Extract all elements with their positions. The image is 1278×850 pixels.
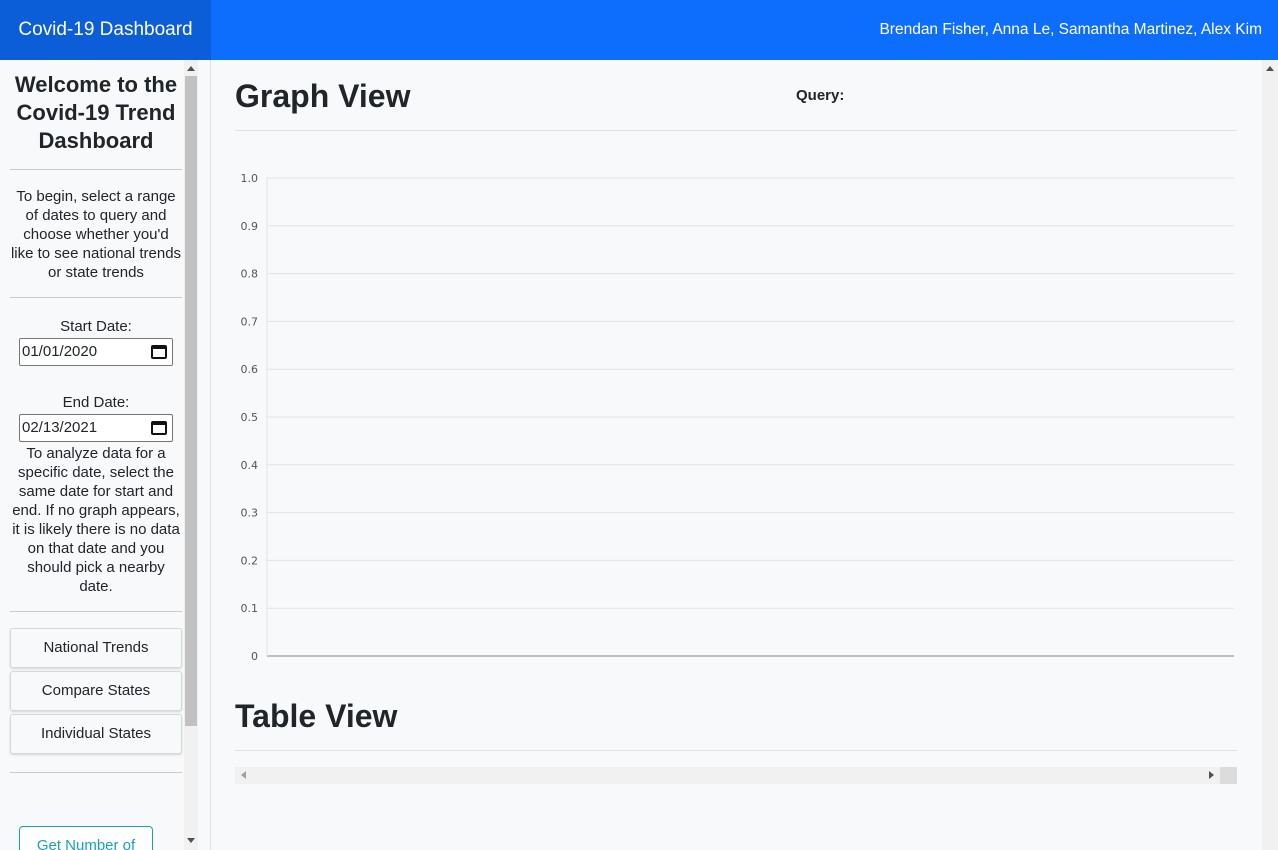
trend-chart: 0 0.1 0.2 0.3 0.4 0.5 0.6 0.7 0.8 0.9 1.0 [241, 172, 1234, 663]
date-note-text: To analyze data for a specific date, sel… [12, 445, 180, 595]
sidebar-content: Welcome to the Covid-19 Trend Dashboard … [10, 60, 182, 773]
welcome-heading: Welcome to the Covid-19 Trend Dashboard [14, 72, 178, 153]
divider [235, 750, 1237, 751]
top-navbar: Covid-19 Dashboard Brendan Fisher, Anna … [0, 0, 1278, 60]
table-view-heading: Table View [235, 698, 398, 734]
table-horizontal-scrollbar[interactable] [235, 767, 1237, 784]
calendar-icon[interactable] [151, 345, 167, 359]
query-label: Query: [796, 87, 845, 104]
national-trends-button[interactable]: National Trends [10, 628, 182, 668]
calendar-icon[interactable] [151, 421, 167, 435]
scroll-up-arrow-icon[interactable] [187, 66, 195, 71]
y-tick-label: 0.4 [241, 459, 259, 472]
end-date-label: End Date: [62, 394, 130, 411]
scroll-down-arrow-icon[interactable] [187, 838, 195, 843]
y-tick-label: 0.7 [241, 315, 259, 328]
page-scrollbar[interactable] [1262, 60, 1278, 850]
y-tick-label: 0.8 [241, 268, 259, 281]
get-number-button[interactable]: Get Number of [19, 826, 153, 850]
scroll-left-arrow-icon[interactable] [241, 771, 246, 779]
divider [235, 130, 1237, 131]
divider [10, 297, 182, 298]
brand-title[interactable]: Covid-19 Dashboard [0, 0, 211, 60]
y-tick-label: 1.0 [241, 172, 259, 185]
authors-text: Brendan Fisher, Anna Le, Samantha Martin… [879, 21, 1262, 38]
start-date-label: Start Date: [60, 318, 132, 335]
y-tick-label: 0.5 [241, 411, 259, 424]
y-tick-label: 0.1 [241, 602, 259, 615]
start-date-input[interactable]: 01/01/2020 [19, 338, 173, 366]
sidebar-scrollbar[interactable] [184, 60, 198, 850]
compare-states-button[interactable]: Compare States [10, 671, 182, 711]
divider [10, 772, 182, 773]
divider [10, 169, 182, 170]
y-tick-label: 0.3 [241, 507, 259, 520]
y-tick-label: 0.2 [241, 554, 259, 567]
divider [10, 611, 182, 612]
individual-states-button[interactable]: Individual States [10, 714, 182, 754]
y-tick-label: 0.6 [241, 363, 259, 376]
scroll-right-arrow-icon[interactable] [1209, 771, 1214, 779]
end-date-value: 02/13/2021 [22, 419, 98, 436]
sidebar-scroll-thumb[interactable] [185, 76, 197, 726]
intro-text: To begin, select a range of dates to que… [10, 188, 182, 281]
scroll-up-arrow-icon[interactable] [1266, 66, 1274, 71]
start-date-value: 01/01/2020 [22, 343, 98, 360]
end-date-input[interactable]: 02/13/2021 [19, 414, 173, 442]
y-tick-label: 0.9 [241, 220, 259, 233]
graph-view-heading: Graph View [235, 78, 411, 114]
scroll-corner [1220, 767, 1237, 784]
sidebar: Welcome to the Covid-19 Trend Dashboard … [0, 60, 211, 850]
y-tick-label: 0 [251, 650, 258, 663]
